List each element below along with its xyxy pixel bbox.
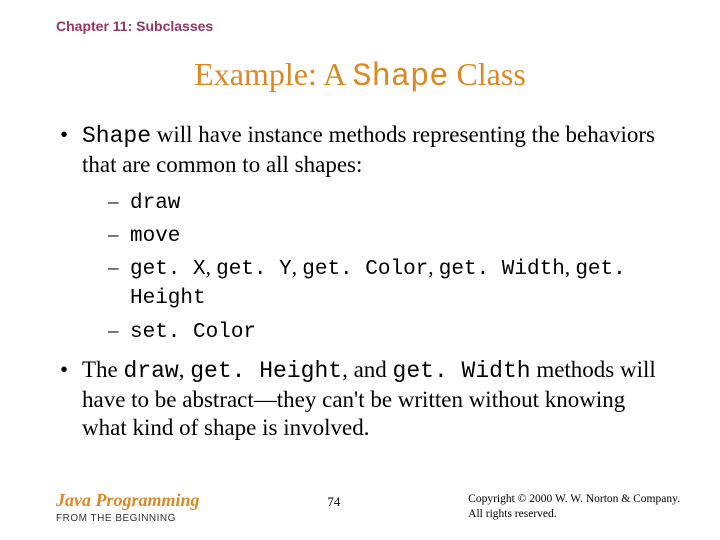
bullet-text: will have instance methods representing …: [82, 122, 655, 177]
sub-mono: set. Color: [130, 321, 256, 344]
title-post: Class: [448, 56, 525, 92]
bullet-item: Shape will have instance methods represe…: [56, 121, 664, 346]
sub-list: draw move get. X, get. Y, get. Color, ge…: [82, 188, 664, 346]
sub-mono: get. X: [130, 258, 206, 281]
bullet-mono: draw: [124, 358, 179, 384]
bullet-text: ,: [179, 357, 191, 382]
title-pre: Example: A: [194, 56, 352, 92]
slide: Chapter 11: Subclasses Example: A Shape …: [0, 0, 720, 540]
copyright: Copyright © 2000 W. W. Norton & Company.…: [468, 490, 680, 522]
bullet-item: The draw, get. Height, and get. Width me…: [56, 356, 664, 443]
slide-title: Example: A Shape Class: [56, 56, 664, 95]
bullet-text: The: [82, 357, 124, 382]
sub-mono: get. Color: [302, 258, 428, 281]
slide-content: Shape will have instance methods represe…: [56, 121, 664, 443]
bullet-mono: get. Width: [393, 358, 531, 384]
sub-item: draw: [108, 188, 664, 217]
book-title: Java Programming: [56, 490, 200, 511]
book-subtitle: FROM THE BEGINNING: [56, 513, 200, 524]
chapter-label: Chapter 11: Subclasses: [56, 18, 664, 34]
bullet-mono: Shape: [82, 123, 151, 149]
sub-mono: get. Y: [216, 258, 292, 281]
bullet-list: Shape will have instance methods represe…: [56, 121, 664, 443]
page-number: 74: [327, 490, 340, 510]
sub-item: set. Color: [108, 317, 664, 346]
title-mono: Shape: [352, 58, 448, 95]
copyright-line: All rights reserved.: [468, 507, 680, 522]
comma: ,: [292, 255, 303, 279]
footer-left: Java Programming FROM THE BEGINNING: [56, 490, 200, 524]
copyright-line: Copyright © 2000 W. W. Norton & Company.: [468, 492, 680, 507]
sub-mono: move: [130, 225, 180, 248]
slide-footer: Java Programming FROM THE BEGINNING 74 C…: [56, 490, 680, 524]
bullet-mono: get. Height: [190, 358, 342, 384]
bullet-text: , and: [342, 357, 392, 382]
sub-item: get. X, get. Y, get. Color, get. Width, …: [108, 254, 664, 313]
sub-mono: draw: [130, 192, 180, 215]
comma: ,: [206, 255, 217, 279]
sub-mono: get. Width: [439, 258, 565, 281]
comma: ,: [428, 255, 439, 279]
comma: ,: [565, 255, 576, 279]
sub-item: move: [108, 221, 664, 250]
